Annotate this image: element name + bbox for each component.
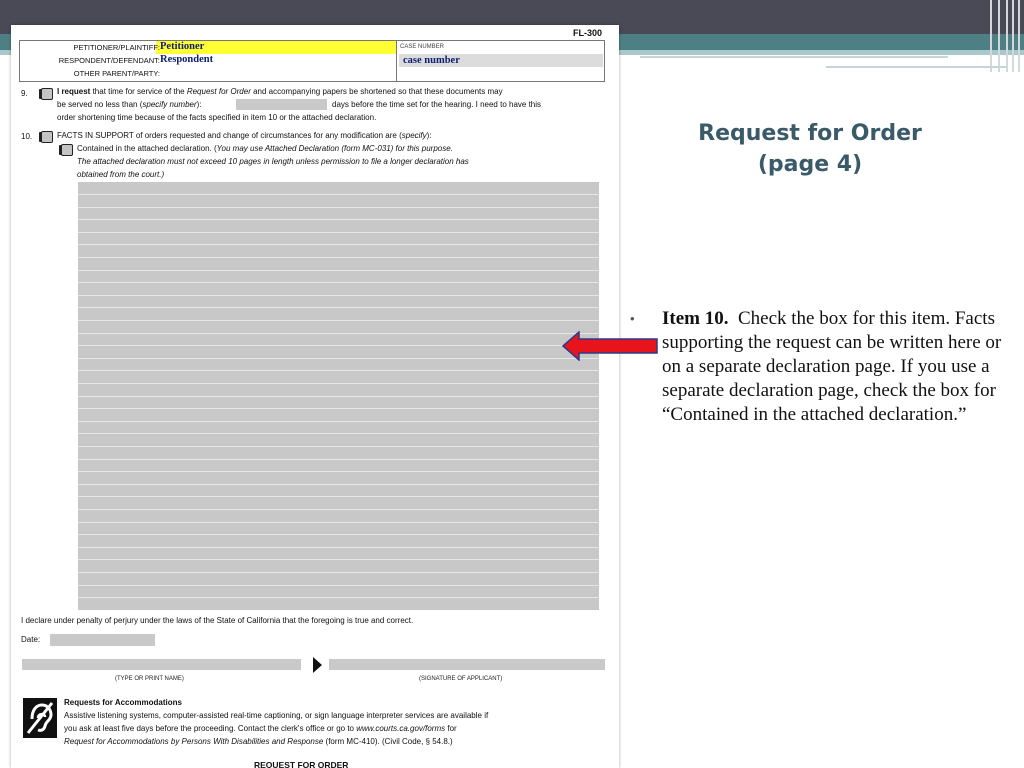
item-9-line3: order shortening time because of the fac… <box>57 113 377 122</box>
ruled-line <box>78 320 599 321</box>
petitioner-label: PETITIONER/PLAINTIFF: <box>73 43 160 52</box>
ruled-line <box>78 295 599 296</box>
accommodations-line3: Request for Accommodations by Persons Wi… <box>64 737 453 746</box>
item-9-line2: be served no less than (specify number): <box>57 100 202 109</box>
item-9-number: 9. <box>21 89 28 98</box>
declaration-limit-line1: The attached declaration must not exceed… <box>77 157 469 166</box>
ruled-line <box>78 219 599 220</box>
ruled-line <box>78 396 599 397</box>
attached-declaration-checkbox <box>61 144 73 156</box>
declaration-text-area <box>78 182 599 610</box>
slide-title: Request for Order (page 4) <box>650 118 970 180</box>
item-9-line1: I request that time for service of the R… <box>57 87 503 96</box>
accommodations-line2: you ask at least five days before the pr… <box>64 724 457 733</box>
form-number: FL-300 <box>572 28 602 38</box>
hearing-assistance-icon <box>23 698 57 738</box>
case-number-box: CASE NUMBER case number <box>396 41 605 81</box>
ruled-line <box>78 270 599 271</box>
case-number-label: CASE NUMBER <box>400 44 445 50</box>
ruled-line <box>78 282 599 283</box>
ruled-line <box>78 408 599 409</box>
item-10-checkbox <box>41 131 53 143</box>
date-field <box>50 634 155 646</box>
arrow-right-icon <box>313 657 322 673</box>
respondent-value: Respondent <box>160 54 214 65</box>
ruled-line <box>78 433 599 434</box>
decor-line <box>826 66 1006 68</box>
form-footer-title: REQUEST FOR ORDER <box>254 760 349 768</box>
accommodations-line1: Assistive listening systems, computer-as… <box>64 711 489 720</box>
ruled-line <box>78 484 599 485</box>
perjury-statement: I declare under penalty of perjury under… <box>21 616 414 625</box>
corner-decoration <box>984 0 1024 72</box>
ruled-line <box>78 446 599 447</box>
print-name-field <box>22 659 301 670</box>
days-field <box>236 99 327 110</box>
ruled-line <box>78 496 599 497</box>
decor-line <box>640 56 948 58</box>
date-label: Date: <box>21 635 41 644</box>
petitioner-value: Petitioner <box>160 41 205 52</box>
ruled-line <box>78 207 599 208</box>
ruled-line <box>78 333 599 334</box>
pointer-arrow-icon <box>562 331 658 361</box>
other-party-label: OTHER PARENT/PARTY: <box>73 69 160 78</box>
ruled-line <box>78 307 599 308</box>
ruled-line <box>78 522 599 523</box>
contained-declaration-text: Contained in the attached declaration. (… <box>77 144 453 153</box>
ruled-line <box>78 244 599 245</box>
declaration-limit-line2: obtained from the court.) <box>77 170 165 179</box>
form-page-image: FL-300 PETITIONER/PLAINTIFF: RESPONDENT/… <box>11 25 619 768</box>
ruled-line <box>78 383 599 384</box>
ruled-line <box>78 358 599 359</box>
ruled-line <box>78 559 599 560</box>
item-9-checkbox <box>41 88 53 100</box>
bullet-marker: • <box>630 311 635 326</box>
ruled-line <box>78 194 599 195</box>
respondent-label: RESPONDENT/DEFENDANT: <box>58 56 160 65</box>
ruled-line <box>78 370 599 371</box>
slide-title-line1: Request for Order <box>698 121 922 146</box>
signature-label: (SIGNATURE OF APPLICANT) <box>419 676 503 682</box>
ruled-line <box>78 471 599 472</box>
bullet-text: Item 10. Check the box for this item. Fa… <box>662 307 1002 427</box>
ruled-line <box>78 547 599 548</box>
ruled-line <box>78 345 599 346</box>
signature-field <box>329 659 605 670</box>
item-10-number: 10. <box>21 132 33 141</box>
ruled-line <box>78 585 599 586</box>
ruled-line <box>78 257 599 258</box>
ruled-line <box>78 509 599 510</box>
item-10-line1: FACTS IN SUPPORT of orders requested and… <box>57 131 432 140</box>
ruled-line <box>78 232 599 233</box>
ruled-line <box>78 597 599 598</box>
ruled-line <box>78 534 599 535</box>
ruled-line <box>78 572 599 573</box>
ruled-line <box>78 421 599 422</box>
print-name-label: (TYPE OR PRINT NAME) <box>115 676 184 682</box>
case-number-value: case number <box>403 55 460 66</box>
bullet-bold: Item 10. <box>662 308 729 329</box>
ruled-line <box>78 459 599 460</box>
slide-title-line2: (page 4) <box>757 152 863 177</box>
accommodations-title: Requests for Accommodations <box>64 698 182 707</box>
item-9-line2-rest: days before the time set for the hearing… <box>332 100 542 109</box>
caption-header: PETITIONER/PLAINTIFF: RESPONDENT/DEFENDA… <box>19 40 605 82</box>
